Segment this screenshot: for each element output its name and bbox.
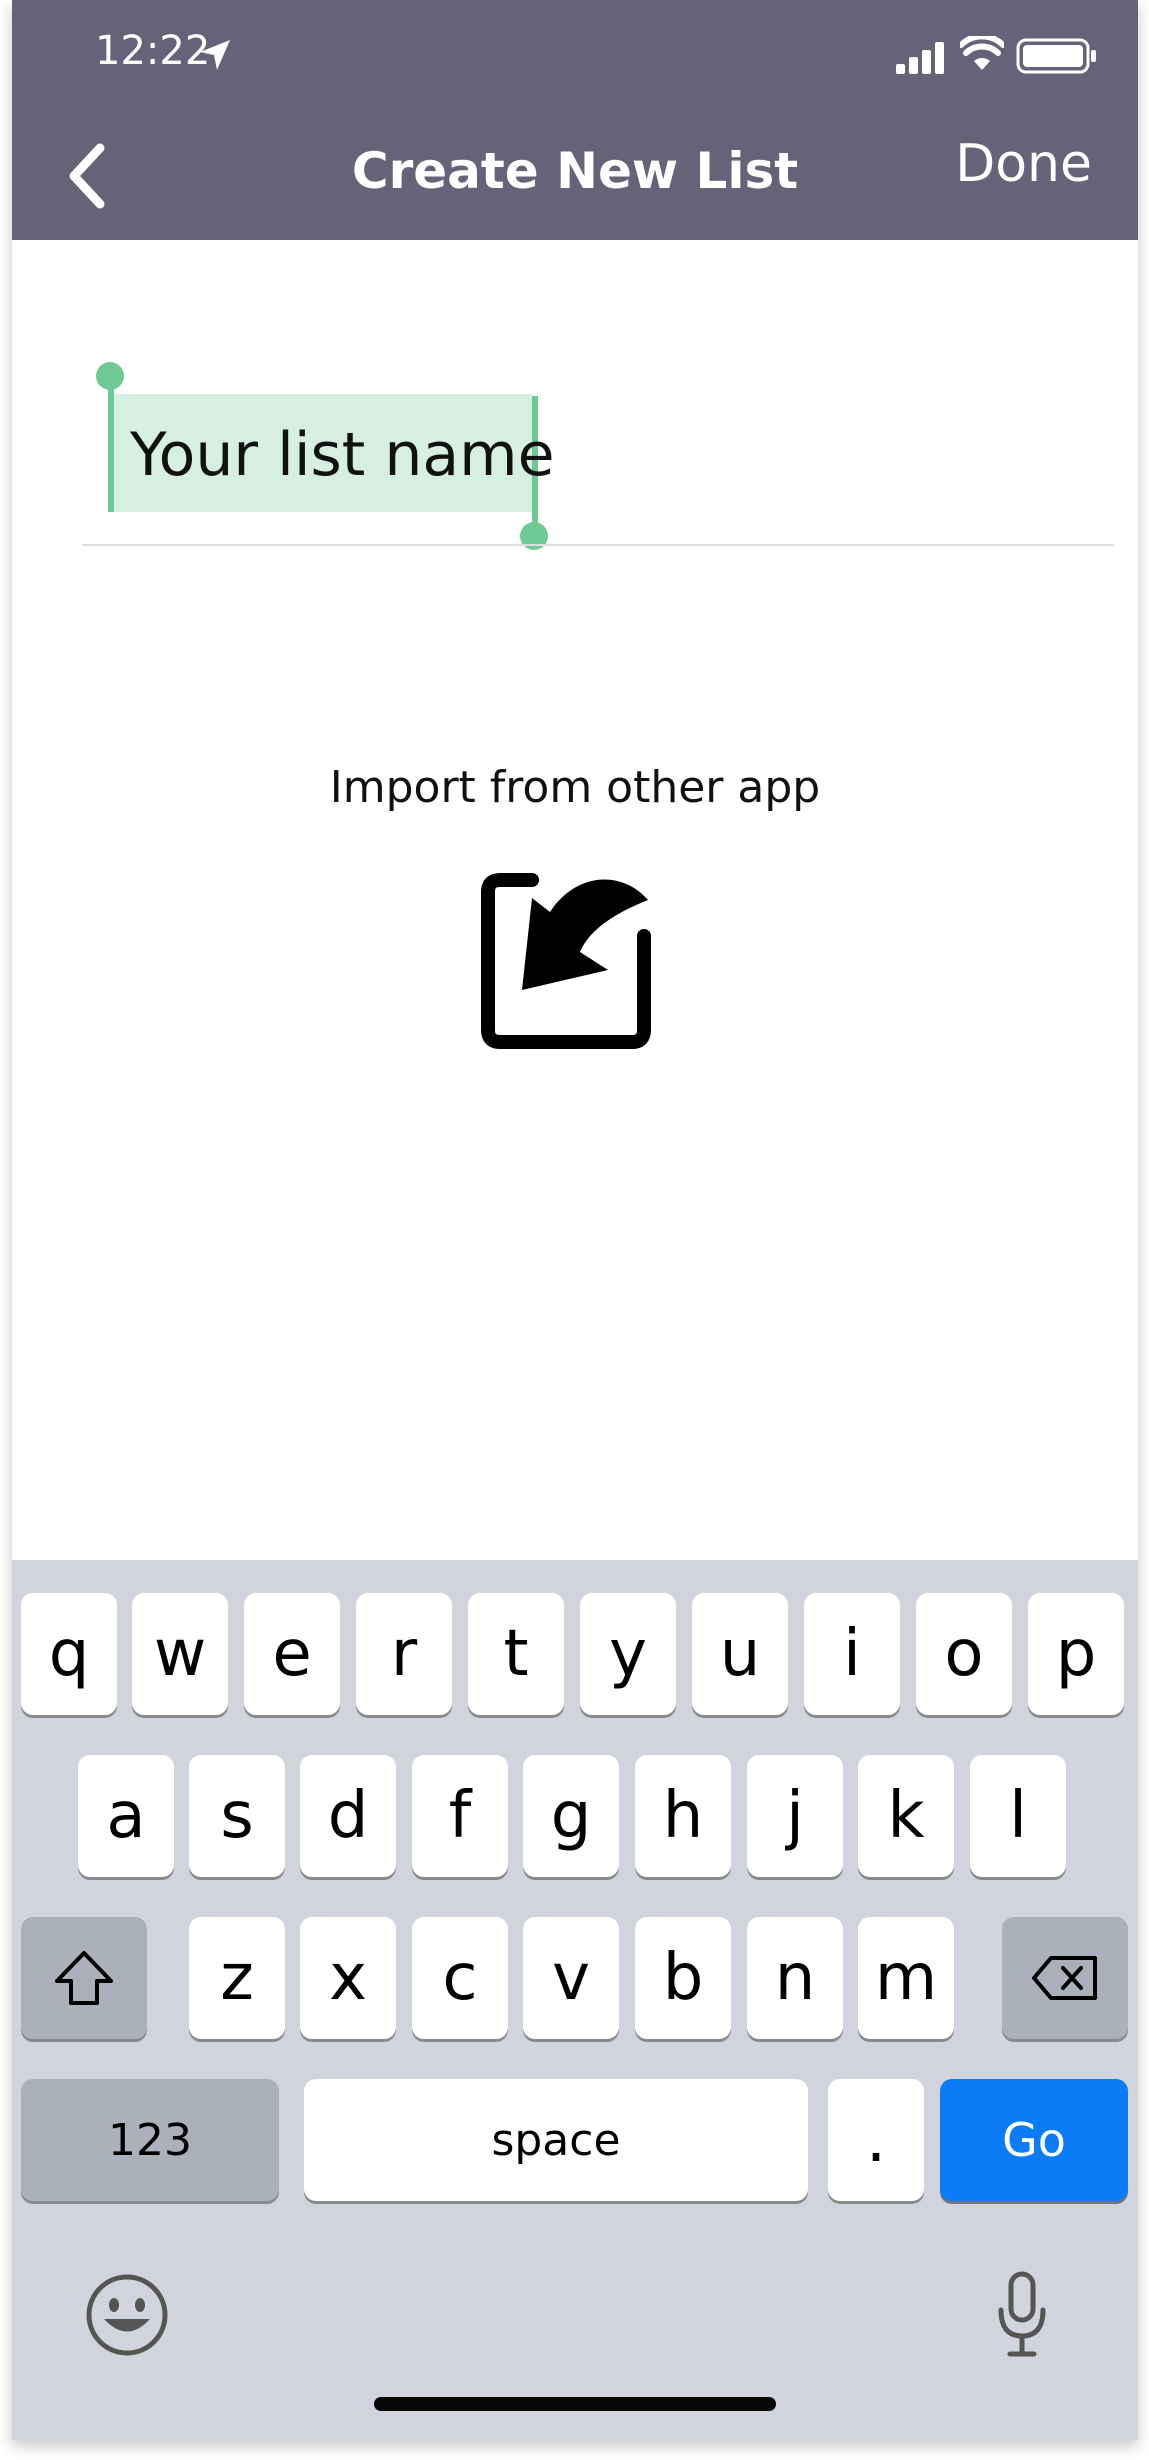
key-q[interactable]: q [21, 1593, 117, 1715]
numbers-key[interactable]: 123 [21, 2079, 279, 2201]
key-t[interactable]: t [468, 1593, 564, 1715]
key-o[interactable]: o [916, 1593, 1012, 1715]
key-c[interactable]: c [412, 1917, 508, 2039]
key-s[interactable]: s [189, 1755, 285, 1877]
cellular-signal-icon [896, 42, 944, 74]
key-w[interactable]: w [132, 1593, 228, 1715]
home-indicator[interactable] [374, 2397, 776, 2411]
import-icon[interactable] [472, 872, 666, 1052]
key-j[interactable]: j [747, 1755, 843, 1877]
key-b[interactable]: b [635, 1917, 731, 2039]
microphone-icon[interactable] [996, 2270, 1048, 2360]
key-u[interactable]: u [692, 1593, 788, 1715]
key-m[interactable]: m [858, 1917, 954, 2039]
key-g[interactable]: g [523, 1755, 619, 1877]
field-underline [82, 544, 1114, 546]
period-key[interactable]: . [828, 2079, 924, 2201]
key-f[interactable]: f [412, 1755, 508, 1877]
key-v[interactable]: v [523, 1917, 619, 2039]
import-label[interactable]: Import from other app [12, 762, 1138, 813]
key-e[interactable]: e [244, 1593, 340, 1715]
shift-arrow-icon [55, 1951, 113, 2005]
list-name-field[interactable]: Your list name [82, 348, 1126, 550]
key-d[interactable]: d [300, 1755, 396, 1877]
key-h[interactable]: h [635, 1755, 731, 1877]
key-y[interactable]: y [580, 1593, 676, 1715]
key-p[interactable]: p [1028, 1593, 1124, 1715]
location-arrow-icon [200, 40, 230, 70]
go-key[interactable]: Go [940, 2079, 1128, 2201]
key-z[interactable]: z [189, 1917, 285, 2039]
key-k[interactable]: k [858, 1755, 954, 1877]
list-name-input-text[interactable]: Your list name [130, 420, 555, 490]
key-a[interactable]: a [78, 1755, 174, 1877]
navigation-bar: 12:22 Create New List Done [12, 0, 1138, 240]
key-i[interactable]: i [804, 1593, 900, 1715]
key-n[interactable]: n [747, 1917, 843, 2039]
done-button[interactable]: Done [955, 134, 1092, 194]
emoji-icon[interactable] [84, 2272, 170, 2358]
wifi-icon [960, 36, 1004, 70]
battery-icon [1016, 38, 1096, 74]
key-r[interactable]: r [356, 1593, 452, 1715]
shift-key[interactable] [21, 1917, 147, 2039]
key-l[interactable]: l [970, 1755, 1066, 1877]
phone-screen: 12:22 Create New List Done Your list nam… [12, 0, 1138, 2440]
selection-start-handle[interactable] [96, 362, 124, 512]
space-key[interactable]: space [304, 2079, 808, 2201]
key-x[interactable]: x [300, 1917, 396, 2039]
delete-key[interactable] [1002, 1917, 1128, 2039]
backspace-icon [1032, 1956, 1097, 2000]
status-time: 12:22 [95, 28, 211, 74]
